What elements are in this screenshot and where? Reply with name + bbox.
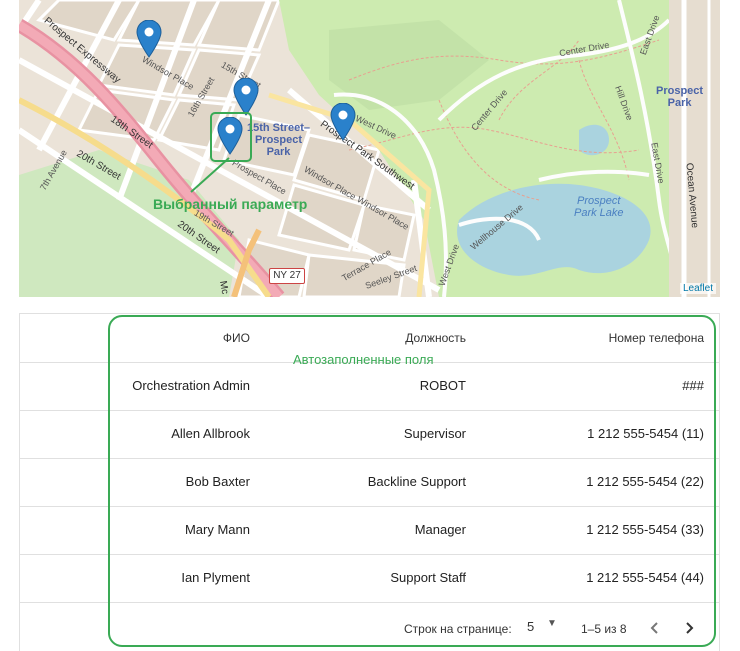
rows-per-page-value: 5	[527, 619, 535, 634]
cell-phone: 1 212 555-5454 (11)	[587, 426, 704, 441]
table-row[interactable]: Ian Plyment Support Staff 1 212 555-5454…	[20, 554, 719, 603]
cell-phone: ###	[682, 378, 704, 393]
cell-name: Orchestration Admin	[132, 378, 250, 393]
cell-name: Mary Mann	[184, 522, 250, 537]
rows-per-page-select[interactable]: 5 ▼	[527, 618, 563, 637]
pagination-range: 1–5 из 8	[581, 622, 627, 636]
cell-phone: 1 212 555-5454 (22)	[586, 474, 704, 489]
location-marker-icon[interactable]	[136, 20, 162, 58]
next-page-icon[interactable]	[679, 618, 699, 638]
selected-parameter-annotation: Выбранный параметр	[153, 196, 308, 212]
annotation-arrow	[190, 157, 230, 193]
station-label: 15th Street– Prospect Park	[247, 122, 310, 158]
cell-name: Bob Baxter	[185, 474, 250, 489]
lake-label: Prospect Park Lake	[574, 195, 624, 219]
table-row[interactable]: Bob Baxter Backline Support 1 212 555-54…	[20, 458, 719, 507]
street-label-mc: Mc	[217, 279, 231, 296]
cell-position: Support Staff	[390, 570, 466, 585]
cell-position: Manager	[414, 522, 466, 537]
map-view[interactable]: Prospect Expressway 18th Street 20th Str…	[19, 0, 720, 297]
map-tiles	[19, 0, 720, 297]
dropdown-arrow-icon: ▼	[547, 618, 557, 629]
cell-phone: 1 212 555-5454 (33)	[586, 522, 704, 537]
table-row[interactable]: Mary Mann Manager 1 212 555-5454 (33)	[20, 506, 719, 555]
location-marker-icon[interactable]	[330, 103, 356, 141]
cell-name: Allen Allbrook	[171, 426, 250, 441]
map-attribution-link[interactable]: Leaflet	[679, 283, 716, 294]
selected-marker-highlight	[210, 112, 252, 162]
location-marker-icon[interactable]	[233, 78, 259, 116]
autofill-fields-annotation: Автозаполненные поля	[293, 352, 434, 367]
cell-position: Backline Support	[367, 474, 466, 489]
cell-position: ROBOT	[419, 378, 466, 393]
column-header-name[interactable]: ФИО	[223, 314, 250, 362]
table-row[interactable]: Orchestration Admin ROBOT ###	[20, 362, 719, 411]
cell-name: Ian Plyment	[181, 570, 250, 585]
prospect-park-label: Prospect Park	[656, 85, 704, 109]
route-shield-ny27: NY 27	[269, 268, 305, 284]
cell-phone: 1 212 555-5454 (44)	[586, 570, 704, 585]
previous-page-icon[interactable]	[645, 618, 665, 638]
column-header-phone[interactable]: Номер телефона	[609, 314, 704, 362]
table-row[interactable]: Allen Allbrook Supervisor 1 212 555-5454…	[20, 410, 719, 459]
cell-position: Supervisor	[403, 426, 466, 441]
rows-per-page-label: Строк на странице:	[404, 622, 512, 636]
